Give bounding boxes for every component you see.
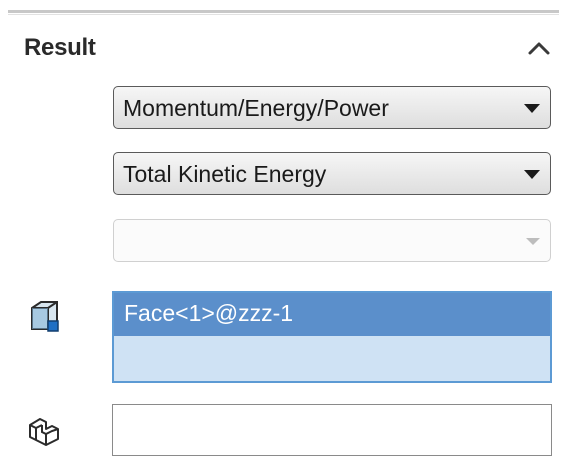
component-selection-field[interactable] (112, 404, 552, 456)
result-category-value: Momentum/Energy/Power (123, 95, 389, 121)
dropdown-arrow-icon (524, 170, 540, 179)
face-selection-list[interactable]: Face<1>@zzz-1 (112, 291, 552, 383)
component-part-icon (26, 413, 62, 449)
panel-top-divider (8, 10, 559, 13)
result-category-dropdown[interactable]: Momentum/Energy/Power (113, 86, 551, 129)
panel-top-divider-shadow (8, 14, 559, 15)
result-component-value: Total Kinetic Energy (123, 161, 327, 187)
collapse-section-button[interactable] (525, 36, 553, 60)
result-panel: Result Momentum/Energy/Power Total Kinet… (0, 0, 567, 473)
result-section-title: Result (24, 34, 96, 61)
dropdown-arrow-icon (526, 238, 540, 245)
face-selection-item[interactable]: Face<1>@zzz-1 (114, 293, 550, 336)
chevron-up-icon (528, 42, 550, 55)
dropdown-arrow-icon (524, 104, 540, 113)
face-selection-icon (26, 298, 62, 334)
result-subcomponent-dropdown (113, 219, 551, 262)
result-component-dropdown[interactable]: Total Kinetic Energy (113, 152, 551, 195)
